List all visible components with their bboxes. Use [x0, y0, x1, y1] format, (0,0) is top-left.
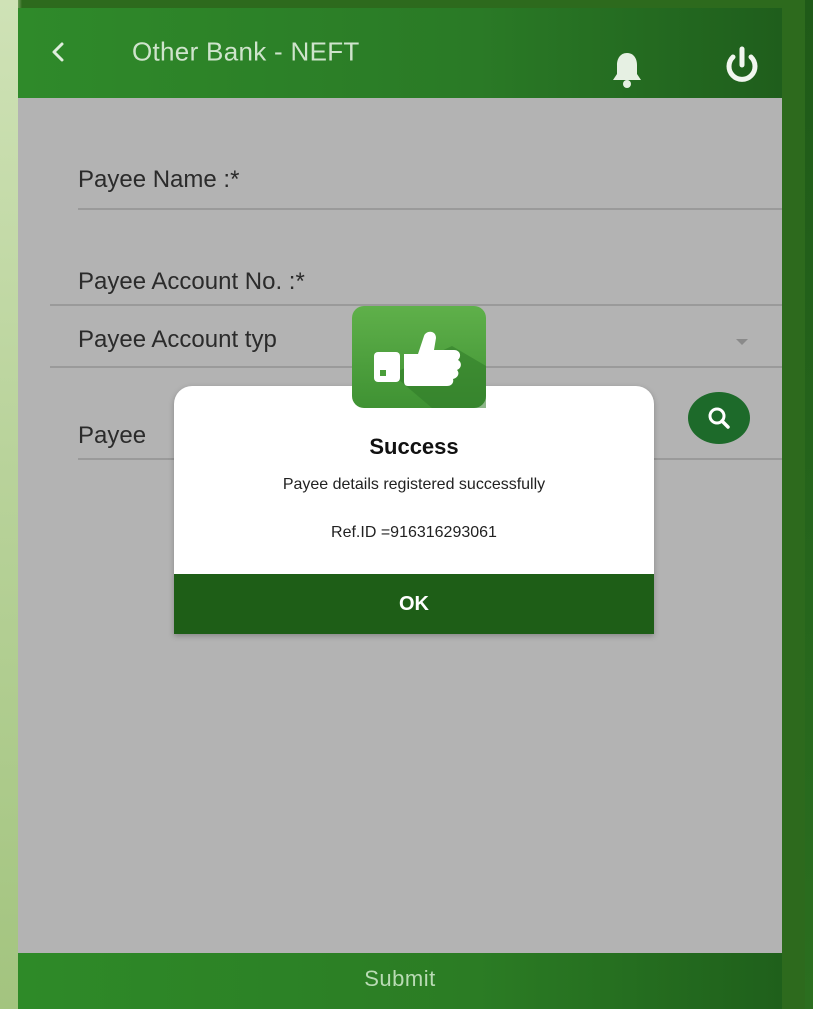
- payee-account-number-field[interactable]: Payee Account No. :*: [78, 268, 305, 296]
- thumbs-up-icon: [352, 306, 486, 408]
- dialog-reference-id: Ref.ID =916316293061: [331, 524, 497, 541]
- payee-name-field[interactable]: Payee Name :*: [78, 166, 239, 194]
- search-button[interactable]: [688, 392, 750, 444]
- app-bar: Other Bank - NEFT: [18, 8, 782, 98]
- right-background-strip: [805, 0, 813, 1009]
- payee-account-type-select[interactable]: Payee Account typ: [78, 326, 277, 354]
- ok-button[interactable]: OK: [174, 574, 654, 634]
- chevron-left-icon[interactable]: [44, 34, 74, 70]
- phone-screen: Other Bank - NEFT Payee Name :* Payee Ac…: [18, 8, 782, 1009]
- dialog-message: Payee details registered successfully: [282, 476, 546, 493]
- page-title: Other Bank - NEFT: [132, 36, 360, 67]
- power-icon[interactable]: [722, 46, 762, 86]
- submit-label: Submit: [364, 966, 436, 991]
- chevron-down-icon[interactable]: [736, 339, 748, 345]
- payee-ifsc-field[interactable]: Payee: [78, 422, 146, 450]
- payee-name-underline: [78, 208, 782, 210]
- dialog-title: Success: [369, 434, 459, 459]
- left-background-strip: [0, 0, 18, 1009]
- search-icon: [708, 407, 730, 429]
- submit-button[interactable]: Submit: [18, 953, 782, 1009]
- bell-icon[interactable]: [610, 49, 644, 89]
- success-dialog: Success Payee details registered success…: [174, 386, 654, 634]
